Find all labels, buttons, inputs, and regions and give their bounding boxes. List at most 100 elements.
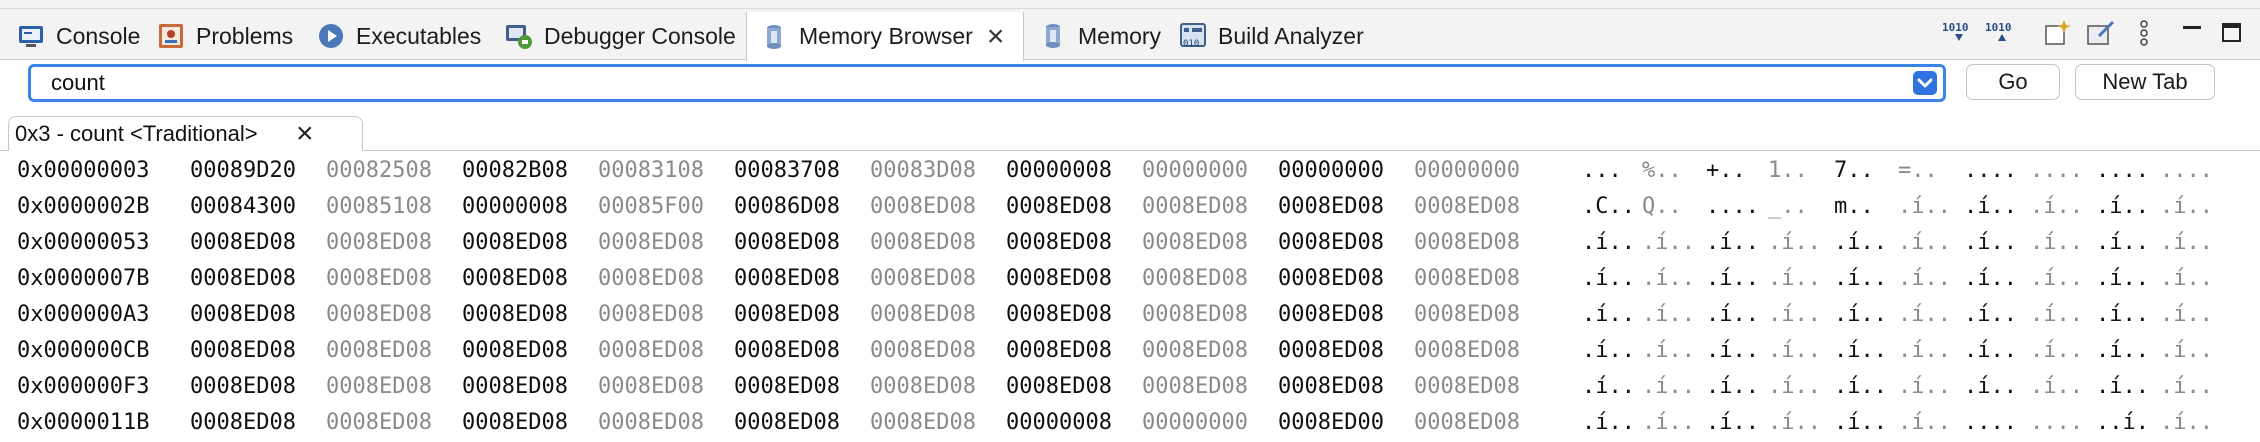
tab-console[interactable]: Console xyxy=(16,12,140,60)
memory-ascii[interactable]: .í.. xyxy=(1706,338,1759,363)
memory-word[interactable]: 0008ED08 xyxy=(870,194,976,219)
memory-word[interactable]: 0008ED08 xyxy=(1142,302,1248,327)
memory-word[interactable]: 0008ED08 xyxy=(1414,266,1520,291)
memory-ascii[interactable]: .í.. xyxy=(1834,266,1887,291)
memory-ascii[interactable]: .í.. xyxy=(1706,302,1759,327)
memory-ascii[interactable]: .í.. xyxy=(1642,338,1695,363)
memory-ascii[interactable]: .í.. xyxy=(1964,266,2017,291)
address-combo[interactable] xyxy=(28,64,1946,102)
memory-ascii[interactable]: ... xyxy=(1582,158,1622,183)
memory-word[interactable]: 0008ED08 xyxy=(598,230,704,255)
memory-word[interactable]: 0008ED08 xyxy=(1142,338,1248,363)
go-button[interactable]: Go xyxy=(1966,64,2060,100)
memory-ascii[interactable]: .í.. xyxy=(1706,266,1759,291)
memory-ascii[interactable]: .... xyxy=(2030,410,2083,435)
tab-build-analyzer[interactable]: 010 Build Analyzer xyxy=(1178,12,1364,60)
memory-word[interactable]: 0008ED08 xyxy=(190,230,296,255)
memory-word[interactable]: 0008ED08 xyxy=(1142,194,1248,219)
memory-word[interactable]: 0008ED08 xyxy=(1278,266,1384,291)
memory-word[interactable]: 0008ED08 xyxy=(190,266,296,291)
memory-word[interactable]: 0008ED08 xyxy=(1278,338,1384,363)
memory-ascii[interactable]: .í.. xyxy=(2096,374,2149,399)
memory-ascii[interactable]: 7.. xyxy=(1834,158,1874,183)
memory-word[interactable]: 0008ED08 xyxy=(870,230,976,255)
memory-word[interactable]: 0008ED00 xyxy=(1278,410,1384,435)
memory-word[interactable]: 0008ED08 xyxy=(190,374,296,399)
pin-icon[interactable] xyxy=(2085,18,2119,48)
memory-word[interactable]: 0008ED08 xyxy=(734,374,840,399)
memory-word[interactable]: 0008ED08 xyxy=(1414,338,1520,363)
memory-word[interactable]: 00000000 xyxy=(1142,158,1248,183)
memory-word[interactable]: 0008ED08 xyxy=(326,374,432,399)
memory-ascii[interactable]: _.. xyxy=(1768,194,1808,219)
memory-word[interactable]: 00000008 xyxy=(1006,410,1112,435)
memory-word[interactable]: 0008ED08 xyxy=(598,374,704,399)
memory-ascii[interactable]: %.. xyxy=(1642,158,1682,183)
memory-word[interactable]: 0008ED08 xyxy=(734,230,840,255)
memory-word[interactable]: 0008ED08 xyxy=(1006,338,1112,363)
memory-ascii[interactable]: .í.. xyxy=(1768,230,1821,255)
memory-word[interactable]: 0008ED08 xyxy=(1414,230,1520,255)
memory-ascii[interactable]: .í.. xyxy=(1834,230,1887,255)
memory-row[interactable]: 0x0000007B 0008ED08 0008ED08 0008ED08 0008ED… xyxy=(0,262,2260,298)
memory-ascii[interactable]: .í.. xyxy=(2030,194,2083,219)
memory-ascii[interactable]: .... xyxy=(2160,158,2213,183)
memory-ascii[interactable]: .í.. xyxy=(2096,338,2149,363)
memory-ascii[interactable]: .í.. xyxy=(1582,230,1635,255)
memory-ascii[interactable]: .í.. xyxy=(2160,194,2213,219)
tab-debugger-console[interactable]: Debugger Console xyxy=(504,12,736,60)
memory-word[interactable]: 00082508 xyxy=(326,158,432,183)
memory-ascii[interactable]: .... xyxy=(1706,194,1759,219)
memory-ascii[interactable]: .í.. xyxy=(1834,338,1887,363)
memory-word[interactable]: 0008ED08 xyxy=(1006,374,1112,399)
memory-grid[interactable]: 0x00000003 00089D20 00082508 00082B08 000831… xyxy=(0,154,2260,442)
memory-word[interactable]: 0008ED08 xyxy=(1278,230,1384,255)
memory-word[interactable]: 00000008 xyxy=(462,194,568,219)
memory-word[interactable]: 00084300 xyxy=(190,194,296,219)
memory-ascii[interactable]: 1.. xyxy=(1768,158,1808,183)
memory-word[interactable]: 0008ED08 xyxy=(598,338,704,363)
memory-ascii[interactable]: .í.. xyxy=(1898,266,1951,291)
tab-problems[interactable]: Problems xyxy=(156,12,293,60)
memory-word[interactable]: 00085108 xyxy=(326,194,432,219)
memory-ascii[interactable]: .í.. xyxy=(1582,302,1635,327)
memory-ascii[interactable]: .í.. xyxy=(1706,410,1759,435)
memory-ascii[interactable]: ..í. xyxy=(2096,410,2149,435)
memory-word[interactable]: 0008ED08 xyxy=(326,302,432,327)
memory-ascii[interactable]: .í.. xyxy=(1964,338,2017,363)
memory-ascii[interactable]: .í.. xyxy=(1582,338,1635,363)
memory-ascii[interactable]: .í.. xyxy=(2030,302,2083,327)
rendering-tab[interactable]: 0x3 - count <Traditional> × xyxy=(8,116,363,151)
memory-word[interactable]: 00085F00 xyxy=(598,194,704,219)
new-rendering-icon[interactable] xyxy=(2042,18,2076,48)
memory-ascii[interactable]: .í.. xyxy=(1768,338,1821,363)
memory-word[interactable]: 0008ED08 xyxy=(1278,194,1384,219)
memory-ascii[interactable]: .í.. xyxy=(1964,230,2017,255)
memory-word[interactable]: 0008ED08 xyxy=(1006,302,1112,327)
memory-row[interactable]: 0x000000F3 0008ED08 0008ED08 0008ED08 0008ED… xyxy=(0,370,2260,406)
memory-word[interactable]: 00000000 xyxy=(1414,158,1520,183)
memory-word[interactable]: 0008ED08 xyxy=(1142,230,1248,255)
memory-ascii[interactable]: .í.. xyxy=(1642,302,1695,327)
close-icon[interactable]: × xyxy=(296,119,314,149)
view-menu-icon[interactable] xyxy=(2134,18,2154,48)
memory-ascii[interactable]: .í.. xyxy=(1768,266,1821,291)
memory-ascii[interactable]: +.. xyxy=(1706,158,1746,183)
tab-memory-browser[interactable]: Memory Browser × xyxy=(746,12,1024,61)
memory-ascii[interactable]: .í.. xyxy=(1834,302,1887,327)
memory-word[interactable]: 0008ED08 xyxy=(1278,374,1384,399)
maximize-icon[interactable] xyxy=(2218,18,2246,48)
new-tab-button[interactable]: New Tab xyxy=(2075,64,2215,100)
memory-ascii[interactable]: .... xyxy=(2096,158,2149,183)
memory-ascii[interactable]: .í.. xyxy=(1898,230,1951,255)
memory-ascii[interactable]: .í.. xyxy=(1642,266,1695,291)
memory-ascii[interactable]: .í.. xyxy=(2160,374,2213,399)
memory-ascii[interactable]: .í.. xyxy=(2160,266,2213,291)
memory-ascii[interactable]: .... xyxy=(1964,158,2017,183)
memory-word[interactable]: 0008ED08 xyxy=(734,302,840,327)
memory-word[interactable]: 0008ED08 xyxy=(1142,266,1248,291)
memory-ascii[interactable]: .í.. xyxy=(1706,374,1759,399)
minimize-icon[interactable] xyxy=(2178,18,2206,48)
memory-ascii[interactable]: .í.. xyxy=(2096,230,2149,255)
memory-word[interactable]: 0008ED08 xyxy=(326,266,432,291)
